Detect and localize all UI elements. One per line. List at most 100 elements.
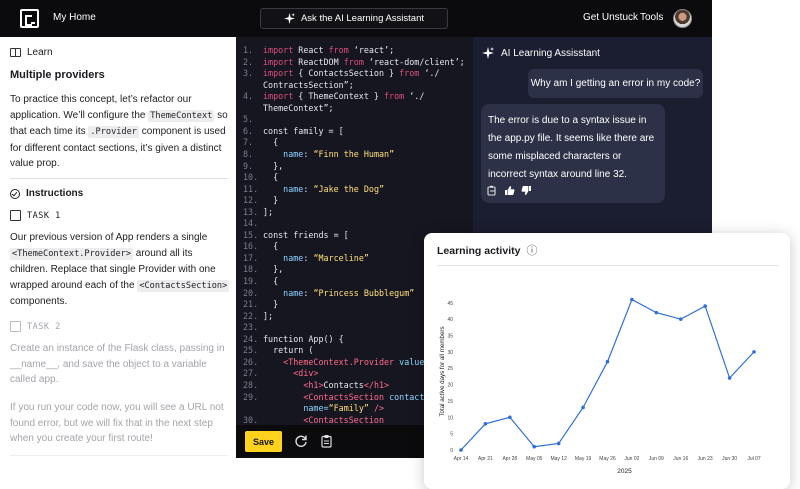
data-point bbox=[752, 350, 756, 354]
code-text: { bbox=[263, 276, 278, 286]
data-point bbox=[703, 304, 707, 308]
code-token: ContractsSection”; bbox=[263, 79, 354, 90]
learn-label: Learn bbox=[27, 47, 53, 58]
code-text: ]; bbox=[263, 311, 273, 321]
task-2-description: Create an instance of the Flask class, p… bbox=[10, 343, 225, 385]
code-text: ContractsSection”; bbox=[263, 80, 354, 90]
code-token: /> bbox=[368, 403, 385, 414]
ask-ai-assistant-label: Ask the AI Learning Assistant bbox=[300, 13, 425, 24]
code-text: name: “Princess Bubblegum” bbox=[263, 288, 414, 298]
task-1-checkbox[interactable] bbox=[10, 210, 21, 221]
code-text: <ContactsSection contact={fa bbox=[263, 392, 444, 402]
code-token: from bbox=[343, 56, 369, 67]
ai-response-text: The error is due to a syntax issue in th… bbox=[488, 115, 655, 180]
copy-clipboard-icon[interactable] bbox=[320, 434, 334, 448]
data-point bbox=[605, 359, 610, 364]
code-token: return ( bbox=[263, 345, 314, 356]
code-token: ‘react’; bbox=[353, 45, 395, 55]
task-1-header: TASK 1 bbox=[10, 210, 61, 221]
code-token: “Jake the Dog” bbox=[313, 183, 385, 194]
copy-icon[interactable] bbox=[487, 185, 498, 196]
code-token: name bbox=[283, 287, 304, 298]
my-home-link[interactable]: My Home bbox=[53, 12, 96, 23]
code-token: import bbox=[263, 56, 299, 67]
x-tick-label: Apr 14 bbox=[454, 456, 469, 462]
code-text: { bbox=[263, 241, 278, 251]
data-point bbox=[727, 376, 732, 380]
task-2-note: If you run your code now, you will see a… bbox=[10, 402, 224, 444]
y-tick-label: 15 bbox=[447, 399, 453, 405]
code-token: : bbox=[303, 148, 314, 159]
task-2-checkbox[interactable] bbox=[10, 321, 21, 332]
x-tick-label: Jun 02 bbox=[624, 456, 639, 462]
ai-response-actions bbox=[487, 185, 532, 196]
code-token: </h1> bbox=[363, 379, 390, 390]
line-number: 7. bbox=[243, 137, 254, 148]
user-avatar[interactable] bbox=[673, 9, 692, 28]
tools-link[interactable]: Tools bbox=[640, 12, 663, 23]
codecademy-logo-icon[interactable] bbox=[20, 9, 39, 28]
line-number: 10. bbox=[243, 172, 259, 183]
task-2-label: TASK 2 bbox=[27, 321, 61, 332]
code-token: from bbox=[399, 68, 425, 79]
y-tick-label: 25 bbox=[447, 366, 453, 372]
task-2-header: TASK 2 bbox=[10, 321, 61, 332]
x-tick-label: Jul 07 bbox=[747, 456, 761, 462]
refresh-icon[interactable] bbox=[294, 434, 308, 448]
code-text: }, bbox=[263, 264, 283, 274]
code-token: : bbox=[303, 183, 314, 194]
code-token: const family = [ bbox=[263, 125, 344, 136]
line-number: 29. bbox=[243, 391, 259, 402]
x-tick-label: May 19 bbox=[575, 456, 592, 462]
code-token: ‘./ bbox=[409, 91, 425, 102]
y-tick-label: 30 bbox=[447, 350, 453, 356]
thumbs-down-icon[interactable] bbox=[521, 185, 532, 196]
code-text: const friends = [ bbox=[263, 230, 349, 240]
ask-ai-assistant-button[interactable]: Ask the AI Learning Assistant bbox=[260, 8, 448, 29]
code-text: <div> bbox=[263, 368, 318, 378]
data-point bbox=[630, 297, 634, 302]
line-number: 15. bbox=[243, 229, 259, 240]
task-1-description: Our previous version of App renders a si… bbox=[10, 230, 230, 310]
task-1-text-3: components. bbox=[10, 296, 68, 307]
data-point bbox=[556, 441, 561, 446]
instructions-header: Instructions bbox=[10, 188, 83, 199]
code-token: ‘react-dom/client’; bbox=[368, 56, 465, 67]
line-number: 27. bbox=[243, 368, 259, 379]
code-token: { bbox=[263, 276, 279, 286]
y-tick-label: 40 bbox=[447, 317, 453, 323]
code-token: { ThemeContext } bbox=[298, 91, 385, 102]
code-token: “Marceline” bbox=[313, 252, 369, 263]
inline-code-contactssection: <ContactsSection> bbox=[137, 279, 230, 292]
ai-assistant-title: AI Learning Assisstant bbox=[501, 47, 600, 59]
code-token: from bbox=[328, 45, 354, 55]
x-tick-label: May 12 bbox=[550, 456, 567, 462]
lesson-panel: Learn Multiple providers To practice thi… bbox=[0, 37, 236, 458]
code-token: name bbox=[283, 148, 304, 159]
data-point bbox=[678, 317, 683, 321]
y-tick-label: 45 bbox=[447, 301, 453, 307]
code-text: import React from ‘react’; bbox=[263, 45, 394, 55]
thumbs-up-icon[interactable] bbox=[504, 185, 515, 196]
series-line bbox=[460, 298, 755, 451]
inline-code-themecontext: ThemeContext bbox=[148, 109, 215, 122]
data-point bbox=[459, 448, 463, 452]
line-number: 12. bbox=[243, 195, 259, 206]
code-text: return ( bbox=[263, 345, 313, 355]
code-text: { bbox=[263, 172, 278, 182]
line-number: 20. bbox=[243, 287, 259, 298]
line-number: 16. bbox=[243, 241, 259, 252]
save-button[interactable]: Save bbox=[245, 431, 282, 452]
line-number: 4. bbox=[243, 91, 254, 102]
x-tick-label: May 05 bbox=[526, 456, 543, 462]
line-number: 2. bbox=[243, 56, 254, 67]
book-icon bbox=[10, 48, 21, 57]
lesson-title: Multiple providers bbox=[10, 69, 105, 81]
section-divider bbox=[10, 178, 228, 179]
get-unstuck-link[interactable]: Get Unstuck bbox=[583, 12, 638, 23]
